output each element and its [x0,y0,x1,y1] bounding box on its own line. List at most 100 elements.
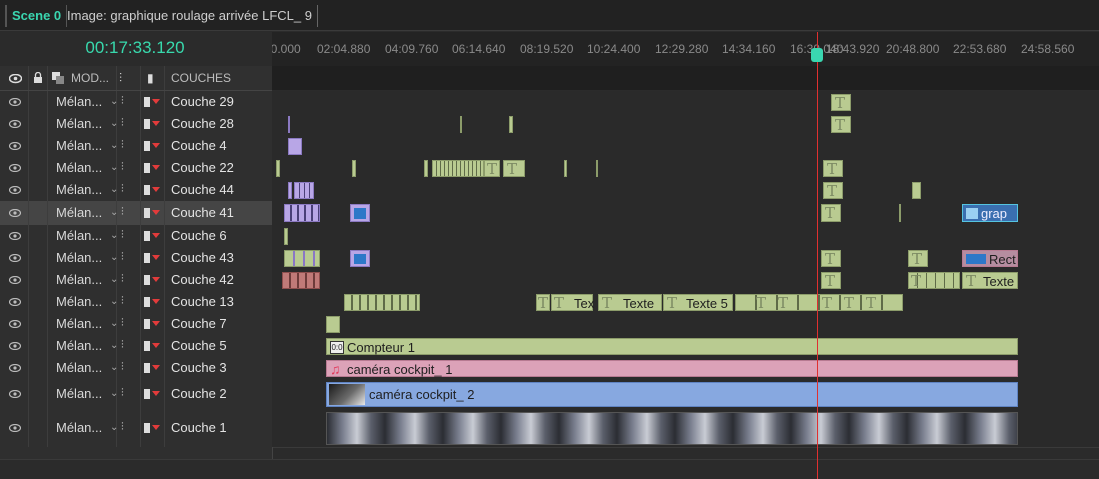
video-clip[interactable]: caméra cockpit_ 2 [326,382,1018,407]
layer-row[interactable]: Mélan... ⌄ ⫶ Couche 22 T T T [0,157,1099,180]
layer-track[interactable]: caméra cockpit_ 2 [272,379,1099,409]
shape-clip[interactable]: Rect [962,250,1018,267]
layer-name[interactable]: Couche 22 [171,160,234,175]
text-clip-group[interactable] [344,294,420,311]
flag-icon[interactable] [144,119,150,129]
layer-row[interactable]: Mélan... ⌄ ⫶ Couche 6 [0,225,1099,248]
blend-mode-dropdown[interactable]: Mélan... [56,205,102,220]
audio-wave-icon[interactable]: ⫶ [121,317,124,330]
layer-row[interactable]: Mélan... ⌄ ⫶ Couche 2 caméra cockpit_ 2 [0,379,1099,410]
layer-row[interactable]: Mélan... ⌄ ⫶ Couche 28 T [0,113,1099,136]
layer-header[interactable]: Mélan... ⌄ ⫶ Couche 44 [0,179,273,201]
chevron-down-icon[interactable]: ⌄ [110,274,118,285]
blend-mode-dropdown[interactable]: Mélan... [56,182,102,197]
playhead-line[interactable] [817,32,818,479]
flag-icon[interactable] [144,275,150,285]
blend-mode-dropdown[interactable]: Mélan... [56,360,102,375]
flag-dropdown-icon[interactable] [152,233,160,238]
flag-icon[interactable] [144,208,150,218]
chevron-down-icon[interactable]: ⌄ [110,162,118,173]
layer-track[interactable] [272,313,1099,335]
shape-clip-group[interactable] [282,272,320,289]
eye-icon[interactable] [9,98,21,106]
blend-mode-dropdown[interactable]: Mélan... [56,294,102,309]
chevron-down-icon[interactable]: ⌄ [110,230,118,241]
chevron-down-icon[interactable]: ⌄ [110,296,118,307]
layer-header[interactable]: Mélan... ⌄ ⫶ Couche 28 [0,113,273,135]
chevron-down-icon[interactable]: ⌄ [110,252,118,263]
chevron-down-icon[interactable]: ⌄ [110,184,118,195]
text-clip-group[interactable] [432,160,484,177]
layer-header[interactable]: Mélan... ⌄ ⫶ Couche 42 [0,269,273,291]
chevron-down-icon[interactable]: ⌄ [110,207,118,218]
flag-dropdown-icon[interactable] [152,425,160,430]
blend-mode-dropdown[interactable]: Mélan... [56,116,102,131]
layer-header[interactable]: Mélan... ⌄ ⫶ Couche 2 [0,379,273,409]
image-clip[interactable] [288,116,290,133]
layer-row[interactable]: Mélan... ⌄ ⫶ Couche 44 T [0,179,1099,202]
image-clip[interactable] [288,182,292,199]
layer-track[interactable]: T [272,179,1099,201]
text-clip[interactable]: T [503,160,525,178]
text-clip[interactable]: T [823,182,843,200]
layer-row[interactable]: Mélan... ⌄ ⫶ Couche 42 T T T Texte [0,269,1099,292]
text-clip[interactable]: T Tex [551,294,594,312]
layer-track[interactable]: T T T Texte [272,269,1099,291]
audio-wave-icon[interactable]: ⫶ [121,117,124,130]
flag-icon[interactable] [144,185,150,195]
flag-icon[interactable] [144,297,150,307]
layer-row[interactable]: Mélan... ⌄ ⫶ Couche 43 T T Rect [0,247,1099,270]
blend-mode-dropdown[interactable]: Mélan... [56,138,102,153]
layer-header[interactable]: Mélan... ⌄ ⫶ Couche 43 [0,247,273,269]
layer-name[interactable]: Couche 42 [171,272,234,287]
flag-dropdown-icon[interactable] [152,277,160,282]
chevron-down-icon[interactable]: ⌄ [110,340,118,351]
flag-icon[interactable] [144,319,150,329]
text-clip[interactable]: T [484,160,500,178]
flag-dropdown-icon[interactable] [152,143,160,148]
eye-icon[interactable] [9,164,21,172]
layer-name[interactable]: Couche 3 [171,360,227,375]
chevron-down-icon[interactable]: ⌄ [110,140,118,151]
layer-header[interactable]: Mélan... ⌄ ⫶ Couche 7 [0,313,273,335]
image-clip-group[interactable] [294,182,314,199]
eye-icon[interactable] [9,390,21,398]
layer-row[interactable]: Mélan... ⌄ ⫶ Couche 1 [0,409,1099,448]
image-clip-selected[interactable]: grap [962,204,1018,222]
layer-name[interactable]: Couche 28 [171,116,234,131]
audio-wave-icon[interactable]: ⫶ [121,139,124,152]
eye-icon[interactable] [9,142,21,150]
flag-dropdown-icon[interactable] [152,365,160,370]
text-clip-group[interactable]: T [908,272,960,290]
eye-icon[interactable] [9,424,21,432]
text-clip[interactable]: T [536,294,550,312]
blend-mode-dropdown[interactable]: Mélan... [56,94,102,109]
layer-row[interactable]: Mélan... ⌄ ⫶ Couche 3 ♫ caméra cockpit_ … [0,357,1099,380]
chevron-down-icon[interactable]: ⌄ [110,318,118,329]
text-clip[interactable]: T [908,250,928,268]
flag-icon[interactable] [144,341,150,351]
blend-mode-dropdown[interactable]: Mélan... [56,160,102,175]
flag-dropdown-icon[interactable] [152,210,160,215]
eye-icon[interactable] [9,209,21,217]
text-clip[interactable] [899,204,901,222]
eye-icon[interactable] [9,186,21,194]
chevron-down-icon[interactable]: ⌄ [110,422,118,433]
flag-dropdown-icon[interactable] [152,99,160,104]
eye-icon[interactable] [9,342,21,350]
flag-dropdown-icon[interactable] [152,343,160,348]
layer-name[interactable]: Couche 4 [171,138,227,153]
flag-icon[interactable] [144,253,150,263]
flag-dropdown-icon[interactable] [152,121,160,126]
layer-track[interactable] [272,409,1099,447]
timecode-display[interactable]: 00:17:33.120 [0,33,270,63]
layer-name[interactable]: Couche 43 [171,250,234,265]
audio-wave-icon[interactable]: ⫶ [121,161,124,174]
text-clip[interactable] [352,160,356,177]
eye-icon[interactable] [9,276,21,284]
audio-wave-icon[interactable]: ⫶ [121,339,124,352]
layer-name[interactable]: Couche 2 [171,386,227,401]
text-clip[interactable] [460,116,462,133]
text-clip[interactable] [564,160,567,177]
layer-track[interactable]: T [272,113,1099,135]
